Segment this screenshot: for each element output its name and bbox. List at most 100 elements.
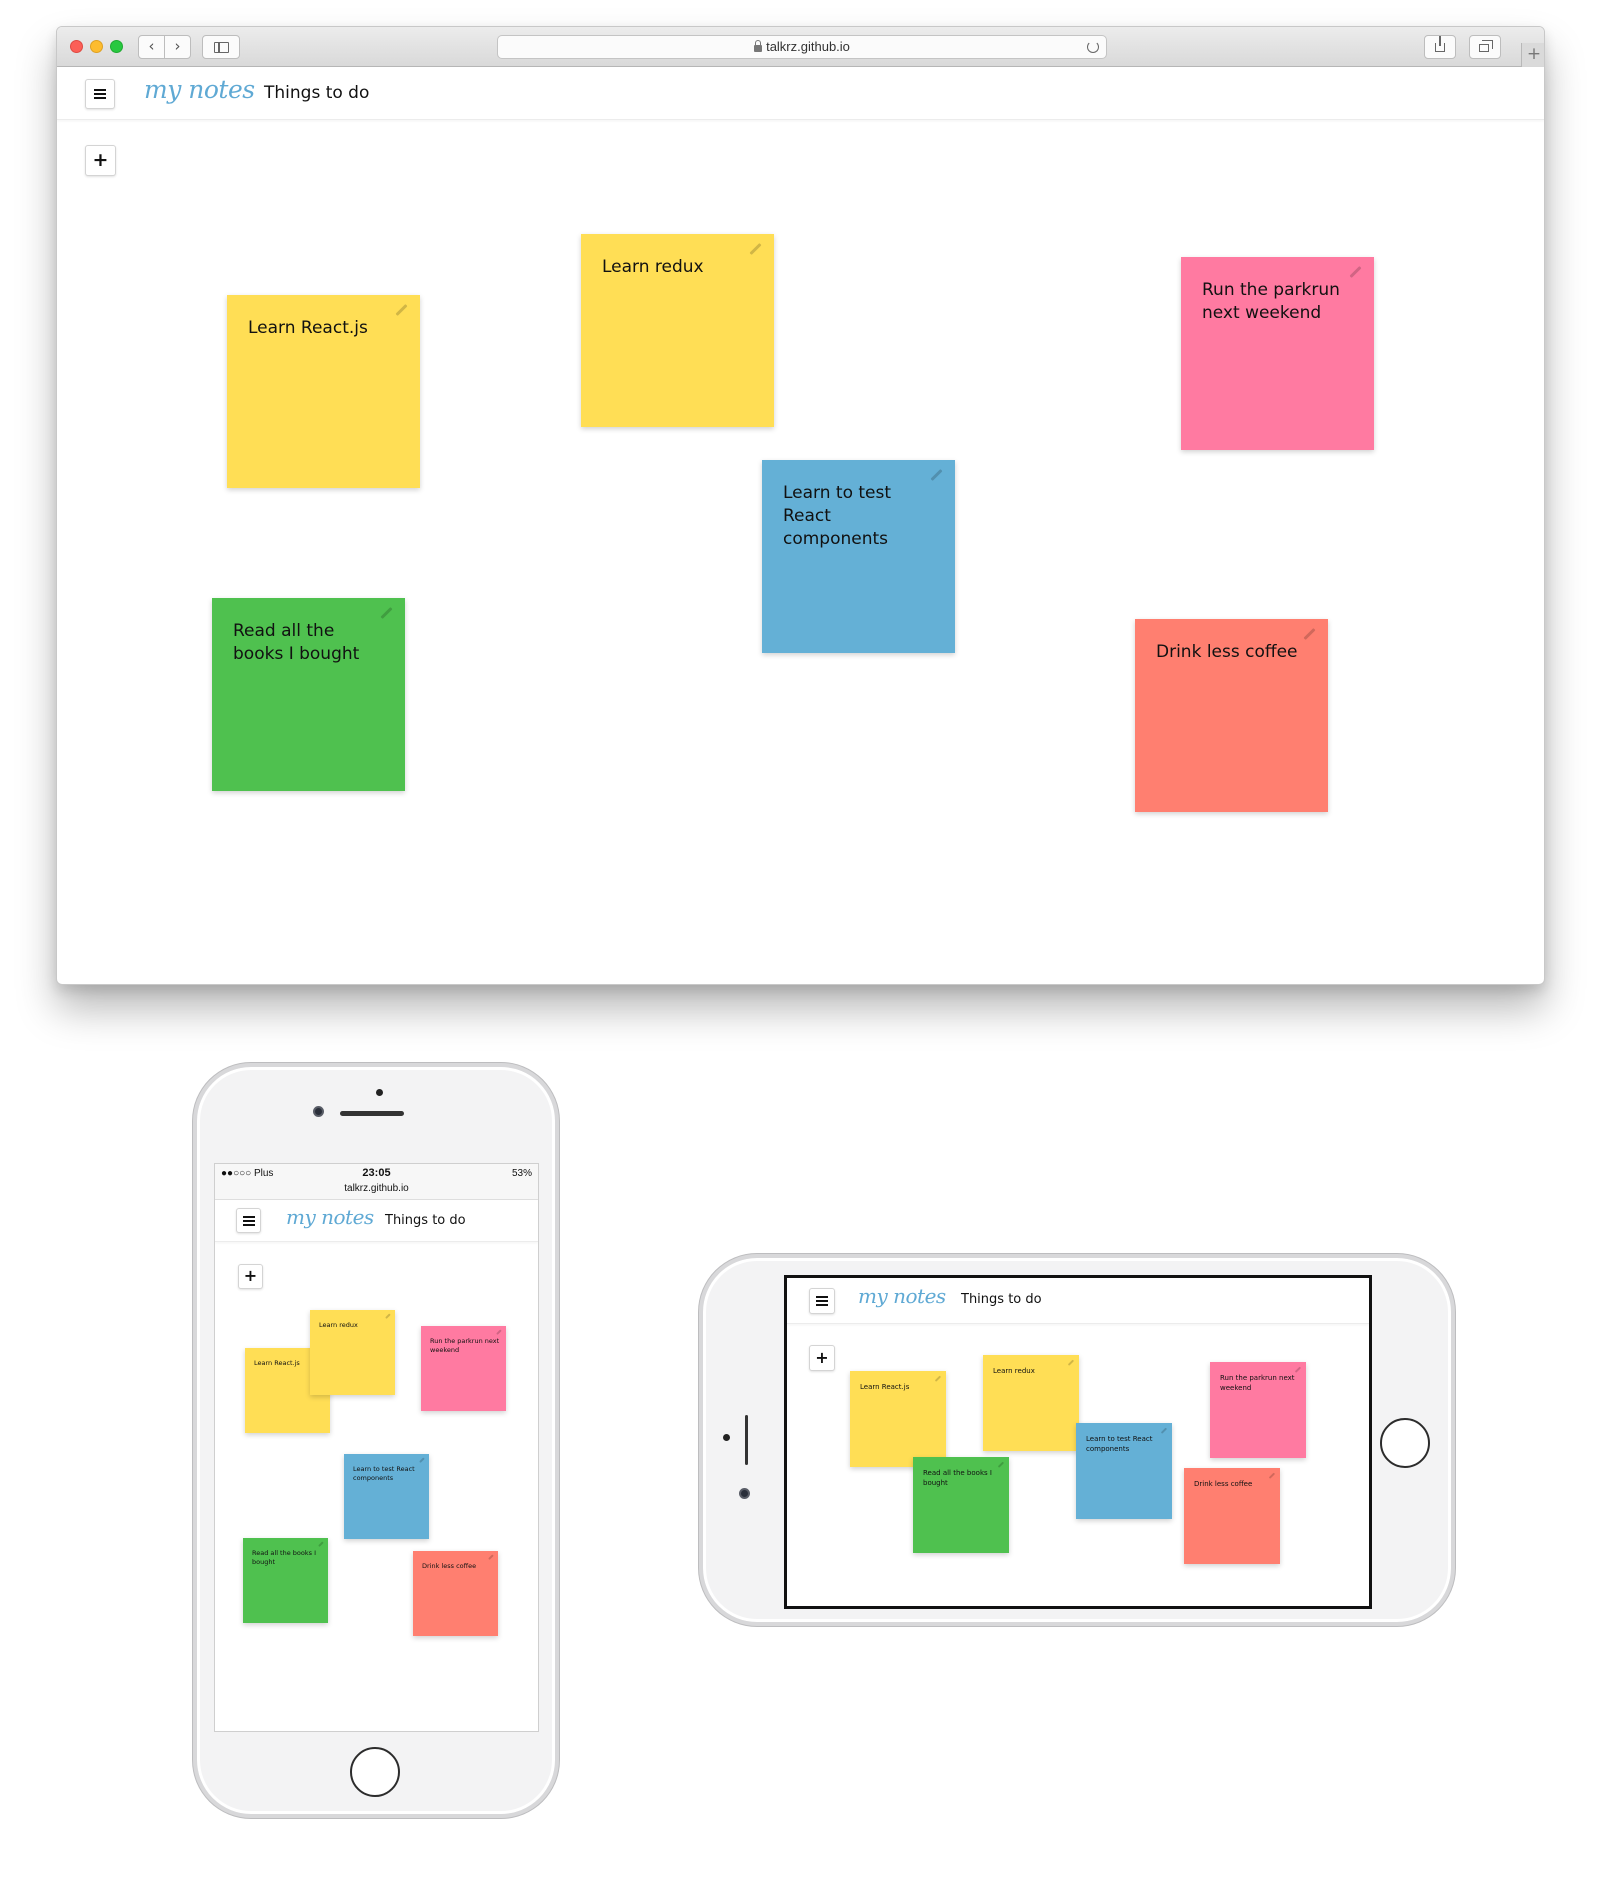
note-less-coffee[interactable]: Drink less coffee	[1135, 619, 1328, 812]
lock-icon	[754, 40, 763, 52]
front-camera-icon	[313, 1106, 324, 1117]
pencil-icon[interactable]	[495, 1329, 501, 1335]
note-text[interactable]: Learn to test React components	[353, 1465, 423, 1483]
plus-icon: +	[815, 1348, 829, 1367]
note-text[interactable]: Learn redux	[602, 256, 758, 279]
status-time: 23:05	[362, 1167, 391, 1179]
note-text[interactable]: Learn redux	[319, 1321, 389, 1330]
note-parkrun[interactable]: Run the parkrun next weekend	[1181, 257, 1374, 450]
menu-button[interactable]	[85, 79, 115, 109]
note-text[interactable]: Run the parkrun next weekend	[1202, 279, 1358, 325]
tabs-icon	[1479, 40, 1493, 52]
zoom-window-button[interactable]	[110, 40, 123, 53]
pencil-icon[interactable]	[317, 1541, 323, 1547]
note-text[interactable]: Learn redux	[993, 1367, 1072, 1377]
pencil-icon[interactable]	[934, 1375, 941, 1382]
note-read-books[interactable]: Read all the books I bought	[212, 598, 405, 791]
pencil-icon[interactable]	[1268, 1472, 1275, 1479]
mobile-address-url[interactable]: talkrz.github.io	[215, 1183, 538, 1194]
note-test-react[interactable]: Learn to test React components	[344, 1454, 429, 1539]
pencil-icon[interactable]	[1349, 265, 1362, 279]
note-learn-react[interactable]: Learn React.js	[227, 295, 420, 488]
phone-speaker	[745, 1415, 748, 1465]
home-button[interactable]	[350, 1747, 400, 1797]
phone-portrait: ●●○○○ Plus 23:05 53% talkrz.github.io my…	[193, 1063, 559, 1818]
note-less-coffee[interactable]: Drink less coffee	[413, 1551, 498, 1636]
sidebar-icon	[214, 42, 229, 53]
note-read-books[interactable]: Read all the books I bought	[243, 1538, 328, 1623]
pencil-icon[interactable]	[418, 1457, 424, 1463]
note-parkrun[interactable]: Run the parkrun next weekend	[421, 1326, 506, 1411]
note-text[interactable]: Learn to test React components	[783, 482, 939, 551]
hamburger-menu-icon	[94, 89, 106, 99]
plus-icon: +	[243, 1266, 258, 1285]
note-text[interactable]: Read all the books I bought	[233, 620, 389, 666]
pencil-icon[interactable]	[930, 468, 943, 482]
chevron-right-icon: ›	[174, 37, 181, 55]
address-url: talkrz.github.io	[766, 39, 850, 54]
board-title[interactable]: Things to do	[385, 1213, 466, 1228]
app-logo[interactable]: my notes	[286, 1205, 374, 1229]
pencil-icon[interactable]	[749, 242, 762, 256]
note-text[interactable]: Learn to test React components	[1086, 1435, 1165, 1454]
note-text[interactable]: Learn React.js	[248, 317, 404, 340]
battery-level: 53%	[511, 1168, 532, 1179]
phone-status-bar: ●●○○○ Plus 23:05 53% talkrz.github.io	[215, 1164, 538, 1200]
back-button[interactable]: ‹	[138, 35, 165, 59]
desktop-browser-window: ‹ › talkrz.github.io + my notes Things t…	[56, 26, 1545, 985]
menu-button[interactable]	[809, 1288, 835, 1314]
add-note-button[interactable]: +	[238, 1264, 263, 1289]
add-note-button[interactable]: +	[85, 145, 116, 176]
close-window-button[interactable]	[70, 40, 83, 53]
home-button[interactable]	[1380, 1418, 1430, 1468]
address-bar[interactable]: talkrz.github.io	[497, 35, 1107, 59]
hamburger-menu-icon	[816, 1296, 828, 1306]
phone-landscape: my notes Things to do + Learn React.js L…	[699, 1254, 1455, 1626]
note-learn-redux[interactable]: Learn redux	[310, 1310, 395, 1395]
forward-button[interactable]: ›	[164, 35, 191, 59]
add-note-button[interactable]: +	[809, 1345, 835, 1371]
note-test-react[interactable]: Learn to test React components	[1076, 1423, 1172, 1519]
phone-sensor	[376, 1089, 383, 1096]
note-learn-react[interactable]: Learn React.js	[850, 1371, 946, 1467]
board-title[interactable]: Things to do	[961, 1292, 1042, 1307]
note-text[interactable]: Drink less coffee	[1194, 1480, 1273, 1490]
note-text[interactable]: Drink less coffee	[1156, 641, 1312, 664]
app-logo[interactable]: my notes	[144, 75, 255, 104]
note-read-books[interactable]: Read all the books I bought	[913, 1457, 1009, 1553]
sidebar-toggle-button[interactable]	[202, 35, 240, 59]
board-title[interactable]: Things to do	[264, 83, 369, 103]
app-header: my notes Things to do	[787, 1278, 1369, 1324]
pencil-icon[interactable]	[1067, 1359, 1074, 1366]
tabs-overview-button[interactable]	[1469, 35, 1501, 59]
pencil-icon[interactable]	[1303, 627, 1316, 641]
note-text[interactable]: Learn React.js	[860, 1383, 939, 1393]
note-text[interactable]: Drink less coffee	[422, 1562, 492, 1571]
pencil-icon[interactable]	[384, 1313, 390, 1319]
note-learn-redux[interactable]: Learn redux	[581, 234, 774, 427]
app-header: my notes Things to do	[57, 67, 1544, 120]
pencil-icon[interactable]	[487, 1554, 493, 1560]
note-text[interactable]: Read all the books I bought	[252, 1549, 322, 1567]
minimize-window-button[interactable]	[90, 40, 103, 53]
note-less-coffee[interactable]: Drink less coffee	[1184, 1468, 1280, 1564]
reload-icon[interactable]	[1087, 41, 1099, 53]
pencil-icon[interactable]	[1160, 1427, 1167, 1434]
note-learn-redux[interactable]: Learn redux	[983, 1355, 1079, 1451]
note-test-react[interactable]: Learn to test React components	[762, 460, 955, 653]
menu-button[interactable]	[236, 1208, 261, 1233]
pencil-icon[interactable]	[997, 1461, 1004, 1468]
pencil-icon[interactable]	[1294, 1366, 1301, 1373]
new-tab-button[interactable]: +	[1521, 43, 1544, 68]
pencil-icon[interactable]	[380, 606, 393, 620]
note-text[interactable]: Run the parkrun next weekend	[1220, 1374, 1299, 1393]
note-parkrun[interactable]: Run the parkrun next weekend	[1210, 1362, 1306, 1458]
share-button[interactable]	[1424, 35, 1456, 59]
share-icon	[1435, 36, 1445, 52]
pencil-icon[interactable]	[395, 303, 408, 317]
note-text[interactable]: Run the parkrun next weekend	[430, 1337, 500, 1355]
app-logo[interactable]: my notes	[858, 1284, 946, 1308]
browser-titlebar: ‹ › talkrz.github.io +	[57, 27, 1544, 68]
hamburger-menu-icon	[242, 1215, 255, 1226]
note-text[interactable]: Read all the books I bought	[923, 1469, 1002, 1488]
